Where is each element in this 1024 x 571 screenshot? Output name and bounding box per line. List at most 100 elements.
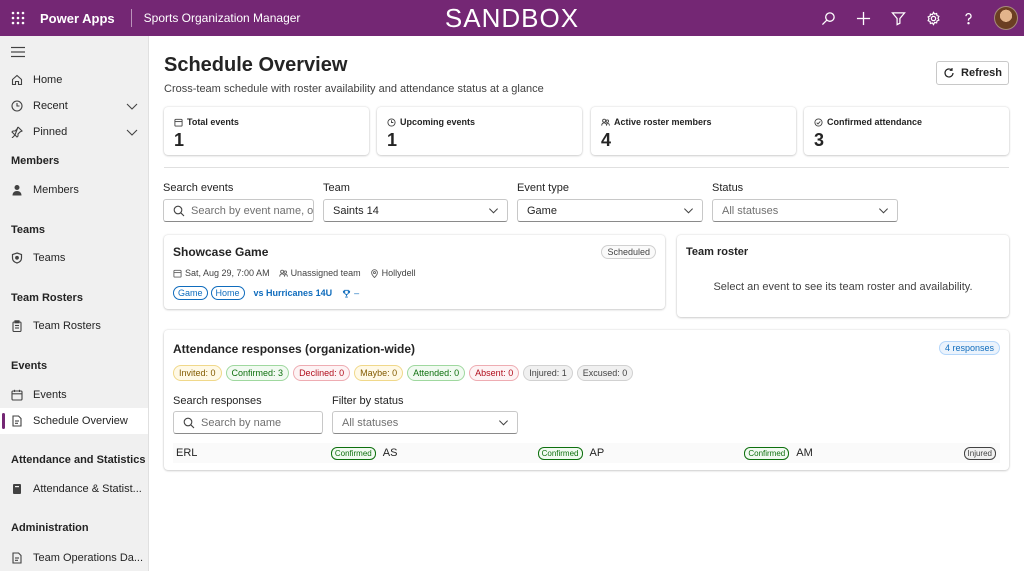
refresh-label: Refresh: [961, 67, 1002, 79]
filter-status-label: Filter by status: [332, 395, 404, 407]
pill-attended: Attended: 0: [407, 365, 466, 381]
list-item[interactable]: AM Injured: [793, 443, 1000, 463]
hamburger-menu-icon[interactable]: [11, 46, 25, 58]
team-label: Team: [323, 182, 350, 194]
response-name: AP: [589, 447, 605, 459]
search-icon: [173, 205, 185, 216]
pill-maybe: Maybe: 0: [354, 365, 404, 381]
location-icon: [370, 268, 378, 278]
attendance-title: Attendance responses (organization-wide): [173, 342, 416, 356]
sidebar-item-recent[interactable]: Recent: [0, 93, 148, 119]
sidebar-item-team-rosters[interactable]: Team Rosters: [0, 313, 148, 339]
filter-icon[interactable]: [881, 0, 916, 36]
avatar[interactable]: [994, 6, 1018, 30]
pill-invited: Invited: 0: [173, 365, 222, 381]
trophy-icon: [342, 289, 351, 298]
gear-icon[interactable]: [916, 0, 951, 36]
chevron-down-icon: [489, 208, 498, 214]
attendance-card: Attendance responses (organization-wide)…: [164, 330, 1009, 470]
refresh-icon: [944, 68, 954, 78]
sidebar-section-events: Events: [11, 360, 48, 372]
chevron-down-icon[interactable]: [126, 100, 138, 112]
pill-absent: Absent: 0: [469, 365, 520, 381]
sidebar-item-label: Home: [33, 74, 63, 86]
pill-declined: Declined: 0: [293, 365, 351, 381]
list-item[interactable]: AS Confirmed: [380, 443, 587, 463]
status-badge: Injured: [963, 447, 996, 460]
home-icon: [10, 73, 24, 87]
app-launcher-icon[interactable]: [0, 0, 36, 36]
sidebar-item-teams[interactable]: Teams: [0, 245, 148, 271]
stat-value: 4: [601, 130, 612, 150]
responses-list: ERL Confirmed AS Confirmed AP Confirmed …: [173, 443, 1000, 463]
sidebar-item-team-operations[interactable]: Team Operations Da...: [0, 545, 148, 571]
person-icon: [10, 183, 24, 197]
brand-name[interactable]: Power Apps: [40, 11, 115, 26]
search-events-input[interactable]: [191, 204, 313, 217]
sidebar-item-label: Members: [33, 184, 79, 196]
filter-status-select[interactable]: All statuses: [332, 411, 518, 434]
stat-card-confirmed-attendance: Confirmed attendance 3: [804, 107, 1009, 155]
response-name: AS: [382, 447, 398, 459]
search-events-field[interactable]: [163, 199, 314, 222]
pill-excused: Excused: 0: [576, 365, 634, 381]
list-item[interactable]: ERL Confirmed: [173, 443, 380, 463]
search-icon[interactable]: [811, 0, 846, 36]
team-select[interactable]: Saints 14: [323, 199, 508, 222]
event-location: Hollydell: [381, 268, 416, 278]
event-result: –: [342, 288, 359, 298]
event-type-select[interactable]: Game: [517, 199, 703, 222]
stat-card-upcoming-events: Upcoming events 1: [377, 107, 582, 155]
sidebar-section-administration: Administration: [11, 522, 89, 534]
sidebar-item-label: Schedule Overview: [33, 415, 128, 427]
team-select-value: Saints 14: [333, 204, 379, 217]
roster-title: Team roster: [686, 246, 749, 258]
clock-icon: [387, 117, 396, 127]
sidebar-item-label: Recent: [33, 100, 68, 112]
tag-home: Home: [210, 286, 245, 300]
help-icon[interactable]: [951, 0, 986, 36]
stat-label: Active roster members: [614, 117, 712, 127]
roster-empty-message: Select an event to see its team roster a…: [713, 281, 973, 293]
sidebar-item-attendance-statistics[interactable]: Attendance & Statist...: [0, 476, 148, 502]
shield-icon: [10, 251, 24, 265]
page-title: Schedule Overview: [164, 54, 348, 76]
search-responses-field[interactable]: [173, 411, 323, 434]
pill-injured: Injured: 1: [523, 365, 573, 381]
event-meta: Sat, Aug 29, 7:00 AM Unassigned team Hol…: [173, 268, 416, 278]
search-events-label: Search events: [163, 182, 234, 194]
sidebar-item-pinned[interactable]: Pinned: [0, 119, 148, 145]
sidebar-item-label: Pinned: [33, 126, 68, 138]
event-team: Unassigned team: [290, 268, 361, 278]
page-subtitle: Cross-team schedule with roster availabi…: [164, 83, 544, 95]
sidebar-item-schedule-overview[interactable]: Schedule Overview: [0, 408, 148, 434]
plus-icon[interactable]: [846, 0, 881, 36]
main-content: Schedule Overview Cross-team schedule wi…: [149, 36, 1024, 571]
list-item[interactable]: AP Confirmed: [587, 443, 794, 463]
event-card[interactable]: Showcase Game Scheduled Sat, Aug 29, 7:0…: [164, 235, 665, 309]
stat-value: 1: [174, 130, 185, 150]
stat-label: Total events: [187, 117, 239, 127]
sidebar-item-label: Events: [33, 389, 67, 401]
sidebar-item-events[interactable]: Events: [0, 382, 148, 408]
refresh-button[interactable]: Refresh: [936, 61, 1009, 85]
status-select[interactable]: All statuses: [712, 199, 898, 222]
event-datetime: Sat, Aug 29, 7:00 AM: [185, 268, 270, 278]
event-tags: Game Home vs Hurricanes 14U –: [173, 286, 359, 300]
chevron-down-icon[interactable]: [126, 126, 138, 138]
document-icon: [10, 414, 24, 428]
chevron-down-icon: [499, 420, 508, 426]
search-icon: [183, 417, 195, 428]
app-name[interactable]: Sports Organization Manager: [144, 11, 301, 25]
clipboard-icon: [10, 319, 24, 333]
topbar-divider: [130, 9, 132, 27]
sidebar-item-members[interactable]: Members: [0, 177, 148, 203]
event-type-select-value: Game: [527, 204, 557, 217]
search-responses-input[interactable]: [201, 416, 322, 429]
responses-count-badge: 4 responses: [938, 341, 1000, 355]
sidebar-item-home[interactable]: Home: [0, 67, 148, 93]
status-badge: Confirmed: [537, 447, 583, 460]
sidebar-section-attendance: Attendance and Statistics: [11, 454, 146, 466]
stat-value: 3: [814, 130, 825, 150]
sidebar-section-members: Members: [11, 155, 60, 167]
